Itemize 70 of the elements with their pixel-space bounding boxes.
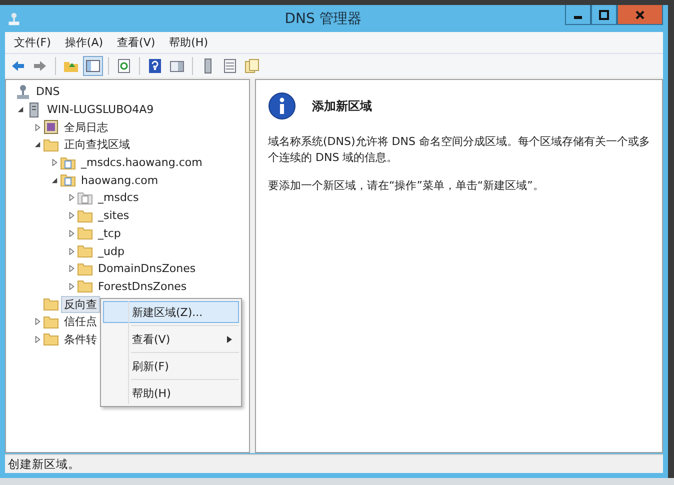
status-bar: 创建新区域。 — [5, 454, 663, 473]
dns-server-icon — [15, 84, 31, 100]
dns-server-icon — [7, 12, 21, 26]
folder-icon — [77, 225, 93, 242]
menu-item[interactable]: 操作(A) — [60, 34, 108, 51]
maximize-button[interactable] — [591, 5, 617, 25]
collapsed-arrow-icon[interactable] — [34, 318, 41, 326]
folder-icon — [77, 208, 93, 224]
context-menu-item[interactable]: 查看(V) — [103, 328, 239, 350]
folder-icon — [77, 243, 93, 260]
menu-item[interactable]: 帮助(H) — [164, 34, 213, 51]
tree-item[interactable]: DNS — [33, 84, 63, 100]
info-icon — [268, 92, 296, 120]
collapsed-arrow-icon[interactable] — [68, 282, 75, 290]
tree-item[interactable]: 全局日志 — [61, 118, 111, 136]
tree-item[interactable]: _udp — [95, 244, 128, 259]
tree-item[interactable]: 正向查找区域 — [61, 136, 133, 154]
minimize-button[interactable] — [565, 5, 591, 25]
submenu-arrow-icon — [227, 336, 232, 342]
folder-icon — [43, 136, 59, 153]
collapsed-arrow-icon[interactable] — [68, 230, 75, 237]
minimize-icon — [574, 16, 582, 18]
console-tree-icon — [85, 58, 101, 74]
window-title: DNS 管理器 — [284, 10, 362, 28]
tree-item[interactable]: WIN-LUGSLUBO4A9 — [44, 102, 157, 118]
context-menu-item[interactable]: 新建区域(Z)... — [103, 301, 239, 323]
tree-item[interactable]: _msdcs.haowang.com — [78, 155, 206, 170]
folder-icon — [43, 331, 59, 348]
collapsed-arrow-icon[interactable] — [68, 265, 75, 272]
collapsed-arrow-icon[interactable] — [68, 212, 75, 220]
help-icon — [147, 58, 163, 74]
info-paragraph: 要添加一个新区域，请在“操作”菜单，单击“新建区域”。 — [268, 178, 545, 194]
expanded-arrow-icon[interactable] — [51, 176, 58, 184]
menu-item[interactable]: 文件(F) — [9, 34, 56, 51]
documents-icon — [244, 58, 260, 74]
context-menu-item[interactable]: 刷新(F) — [103, 355, 239, 377]
folder-icon — [77, 260, 93, 277]
tree-item[interactable]: DomainDnsZones — [95, 261, 199, 276]
zone-folder-icon — [60, 172, 76, 188]
tree-item[interactable]: haowang.com — [78, 172, 162, 188]
close-button[interactable] — [617, 5, 663, 25]
refresh-icon — [116, 58, 132, 74]
tree-item[interactable]: 信任点 — [61, 313, 100, 330]
collapsed-arrow-icon[interactable] — [68, 194, 75, 202]
toolbar-button[interactable] — [83, 56, 103, 76]
zone-folder-icon — [60, 154, 76, 171]
collapsed-arrow-icon[interactable] — [68, 248, 75, 255]
info-paragraph: 域名称系统(DNS)允许将 DNS 命名空间分成区域。每个区域存储有关一个或多个连续的 DNS 域的信息。 — [268, 134, 650, 166]
log-book-icon — [43, 119, 59, 136]
list-icon — [222, 58, 238, 74]
tree-item[interactable]: _tcp — [95, 226, 124, 241]
folder-icon — [77, 278, 93, 294]
tree-item[interactable]: _sites — [95, 208, 132, 224]
folder-icon — [43, 296, 59, 312]
menu-item[interactable]: 查看(V) — [112, 34, 160, 51]
tree-item[interactable]: 反向查 — [61, 296, 100, 313]
folder-icon — [43, 314, 59, 330]
tree-item[interactable]: 条件转 — [61, 330, 100, 348]
expanded-arrow-icon[interactable] — [34, 141, 41, 148]
tree-item[interactable]: _msdcs — [95, 190, 142, 206]
collapsed-arrow-icon[interactable] — [34, 336, 41, 343]
close-icon — [635, 10, 645, 20]
collapsed-arrow-icon[interactable] — [51, 159, 58, 166]
tree-item[interactable]: ForestDnsZones — [95, 278, 190, 294]
zone-folder-icon — [77, 190, 93, 206]
collapsed-arrow-icon[interactable] — [34, 124, 41, 131]
info-heading: 添加新区域 — [312, 98, 372, 114]
context-menu-item[interactable]: 帮助(H) — [103, 382, 239, 404]
expanded-arrow-icon[interactable] — [17, 106, 24, 114]
maximize-icon — [599, 10, 609, 20]
